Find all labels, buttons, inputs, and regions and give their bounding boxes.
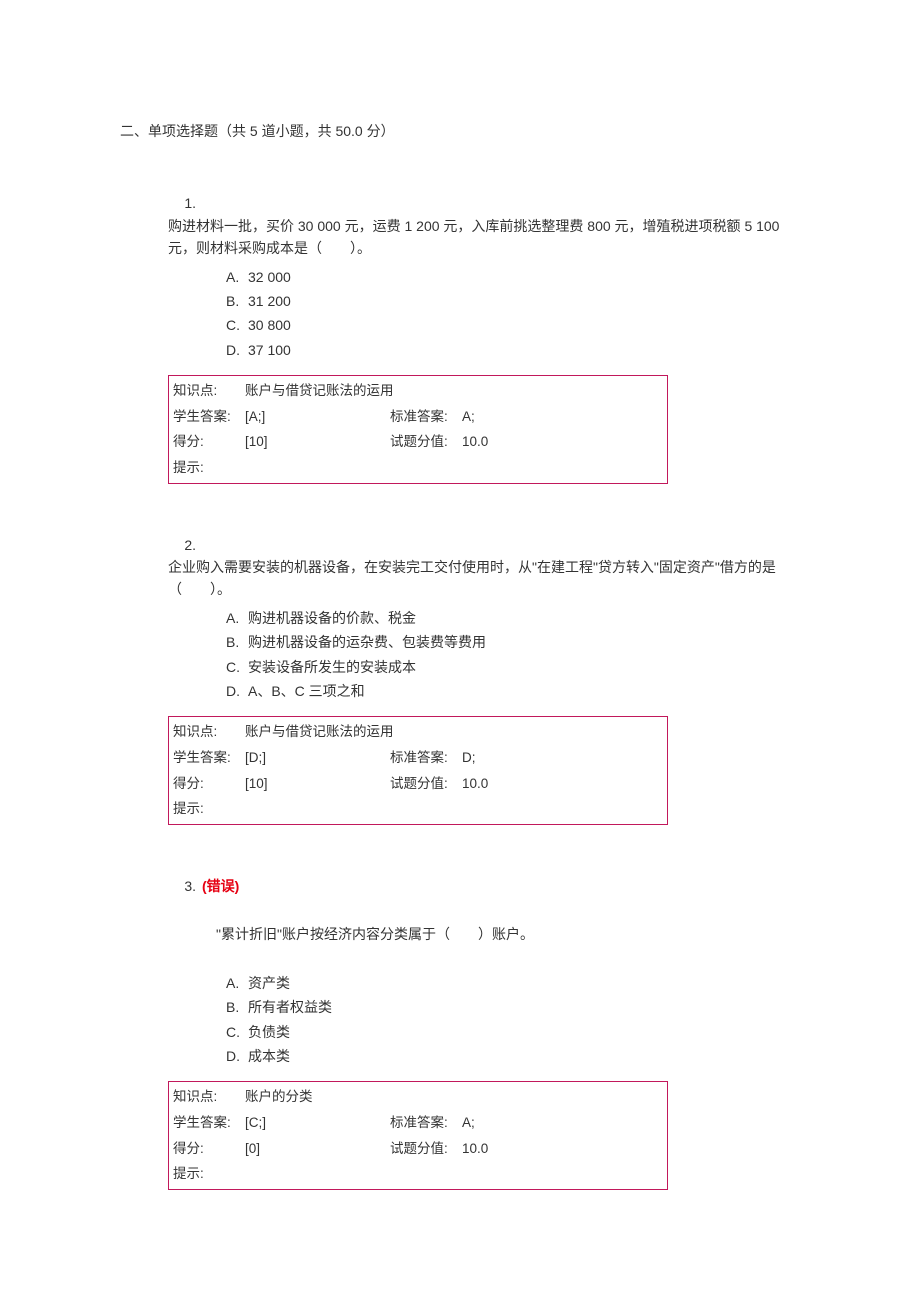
option-a: A.资产类	[226, 972, 800, 994]
student-answer-value: [C;]	[245, 1110, 390, 1136]
section-title: 二、单项选择题（共 5 道小题，共 50.0 分）	[120, 120, 800, 142]
question-number: 2.	[168, 534, 202, 556]
score-value: [10]	[245, 429, 390, 455]
option-letter: C.	[226, 314, 248, 336]
option-text: 负债类	[248, 1024, 290, 1040]
standard-answer-label: 标准答案:	[390, 745, 462, 771]
standard-answer-value: A;	[462, 404, 542, 430]
option-letter: D.	[226, 339, 248, 361]
option-letter: A.	[226, 607, 248, 629]
question-stem: 企业购入需要安装的机器设备，在安装完工交付使用时，从"在建工程"贷方转入"固定资…	[168, 556, 808, 601]
option-a: A.32 000	[226, 266, 800, 288]
knowledge-label: 知识点:	[173, 1084, 245, 1110]
option-text: 32 000	[248, 269, 291, 285]
knowledge-label: 知识点:	[173, 719, 245, 745]
standard-answer-label: 标准答案:	[390, 1110, 462, 1136]
student-answer-label: 学生答案:	[173, 745, 245, 771]
option-text: 资产类	[248, 975, 290, 991]
option-letter: B.	[226, 996, 248, 1018]
option-c: C.安装设备所发生的安装成本	[226, 656, 800, 678]
option-letter: A.	[226, 266, 248, 288]
option-d: D.A、B、C 三项之和	[226, 680, 800, 702]
full-score-label: 试题分值:	[390, 429, 462, 455]
option-letter: C.	[226, 656, 248, 678]
option-text: 安装设备所发生的安装成本	[248, 659, 416, 675]
question-1: 1.购进材料一批，买价 30 000 元，运费 1 200 元，入库前挑选整理费…	[120, 192, 800, 483]
option-letter: D.	[226, 680, 248, 702]
option-letter: B.	[226, 290, 248, 312]
score-label: 得分:	[173, 429, 245, 455]
knowledge-label: 知识点:	[173, 378, 245, 404]
option-text: A、B、C 三项之和	[248, 683, 365, 699]
option-letter: C.	[226, 1021, 248, 1043]
option-text: 37 100	[248, 342, 291, 358]
question-stem: "累计折旧"账户按经济内容分类属于（ ）账户。	[216, 923, 800, 945]
full-score-value: 10.0	[462, 429, 542, 455]
option-letter: D.	[226, 1045, 248, 1067]
full-score-value: 10.0	[462, 1136, 542, 1162]
answer-box: 知识点: 账户与借贷记账法的运用 学生答案: [D;] 标准答案: D; 得分:…	[168, 716, 668, 825]
student-answer-label: 学生答案:	[173, 404, 245, 430]
document-page: 二、单项选择题（共 5 道小题，共 50.0 分） 1.购进材料一批，买价 30…	[0, 0, 920, 1302]
full-score-label: 试题分值:	[390, 1136, 462, 1162]
answer-box: 知识点: 账户与借贷记账法的运用 学生答案: [A;] 标准答案: A; 得分:…	[168, 375, 668, 484]
option-letter: B.	[226, 631, 248, 653]
knowledge-value: 账户与借贷记账法的运用	[245, 378, 394, 404]
options-list: A.资产类 B.所有者权益类 C.负债类 D.成本类	[226, 972, 800, 1068]
option-a: A.购进机器设备的价款、税金	[226, 607, 800, 629]
question-number: 3.	[168, 875, 202, 897]
question-2: 2.企业购入需要安装的机器设备，在安装完工交付使用时，从"在建工程"贷方转入"固…	[120, 534, 800, 825]
student-answer-value: [D;]	[245, 745, 390, 771]
options-list: A.购进机器设备的价款、税金 B.购进机器设备的运杂费、包装费等费用 C.安装设…	[226, 607, 800, 703]
option-text: 所有者权益类	[248, 999, 332, 1015]
options-list: A.32 000 B.31 200 C.30 800 D.37 100	[226, 266, 800, 362]
question-number: 1.	[168, 192, 202, 214]
option-b: B.31 200	[226, 290, 800, 312]
score-label: 得分:	[173, 771, 245, 797]
student-answer-label: 学生答案:	[173, 1110, 245, 1136]
score-value: [10]	[245, 771, 390, 797]
score-label: 得分:	[173, 1136, 245, 1162]
standard-answer-value: D;	[462, 745, 542, 771]
option-b: B.所有者权益类	[226, 996, 800, 1018]
option-d: D.成本类	[226, 1045, 800, 1067]
option-c: C.30 800	[226, 314, 800, 336]
student-answer-value: [A;]	[245, 404, 390, 430]
option-letter: A.	[226, 972, 248, 994]
knowledge-value: 账户的分类	[245, 1084, 313, 1110]
option-text: 购进机器设备的价款、税金	[248, 610, 416, 626]
hint-label: 提示:	[173, 455, 245, 481]
option-text: 成本类	[248, 1048, 290, 1064]
question-3: 3.(错误) "累计折旧"账户按经济内容分类属于（ ）账户。 A.资产类 B.所…	[120, 875, 800, 1190]
answer-box: 知识点: 账户的分类 学生答案: [C;] 标准答案: A; 得分: [0] 试…	[168, 1081, 668, 1190]
hint-label: 提示:	[173, 796, 245, 822]
error-label: (错误)	[202, 878, 239, 894]
hint-label: 提示:	[173, 1161, 245, 1187]
full-score-label: 试题分值:	[390, 771, 462, 797]
option-text: 购进机器设备的运杂费、包装费等费用	[248, 634, 486, 650]
option-b: B.购进机器设备的运杂费、包装费等费用	[226, 631, 800, 653]
standard-answer-label: 标准答案:	[390, 404, 462, 430]
standard-answer-value: A;	[462, 1110, 542, 1136]
knowledge-value: 账户与借贷记账法的运用	[245, 719, 394, 745]
question-stem: 购进材料一批，买价 30 000 元，运费 1 200 元，入库前挑选整理费 8…	[168, 215, 808, 260]
option-text: 31 200	[248, 293, 291, 309]
option-text: 30 800	[248, 317, 291, 333]
option-c: C.负债类	[226, 1021, 800, 1043]
option-d: D.37 100	[226, 339, 800, 361]
score-value: [0]	[245, 1136, 390, 1162]
full-score-value: 10.0	[462, 771, 542, 797]
